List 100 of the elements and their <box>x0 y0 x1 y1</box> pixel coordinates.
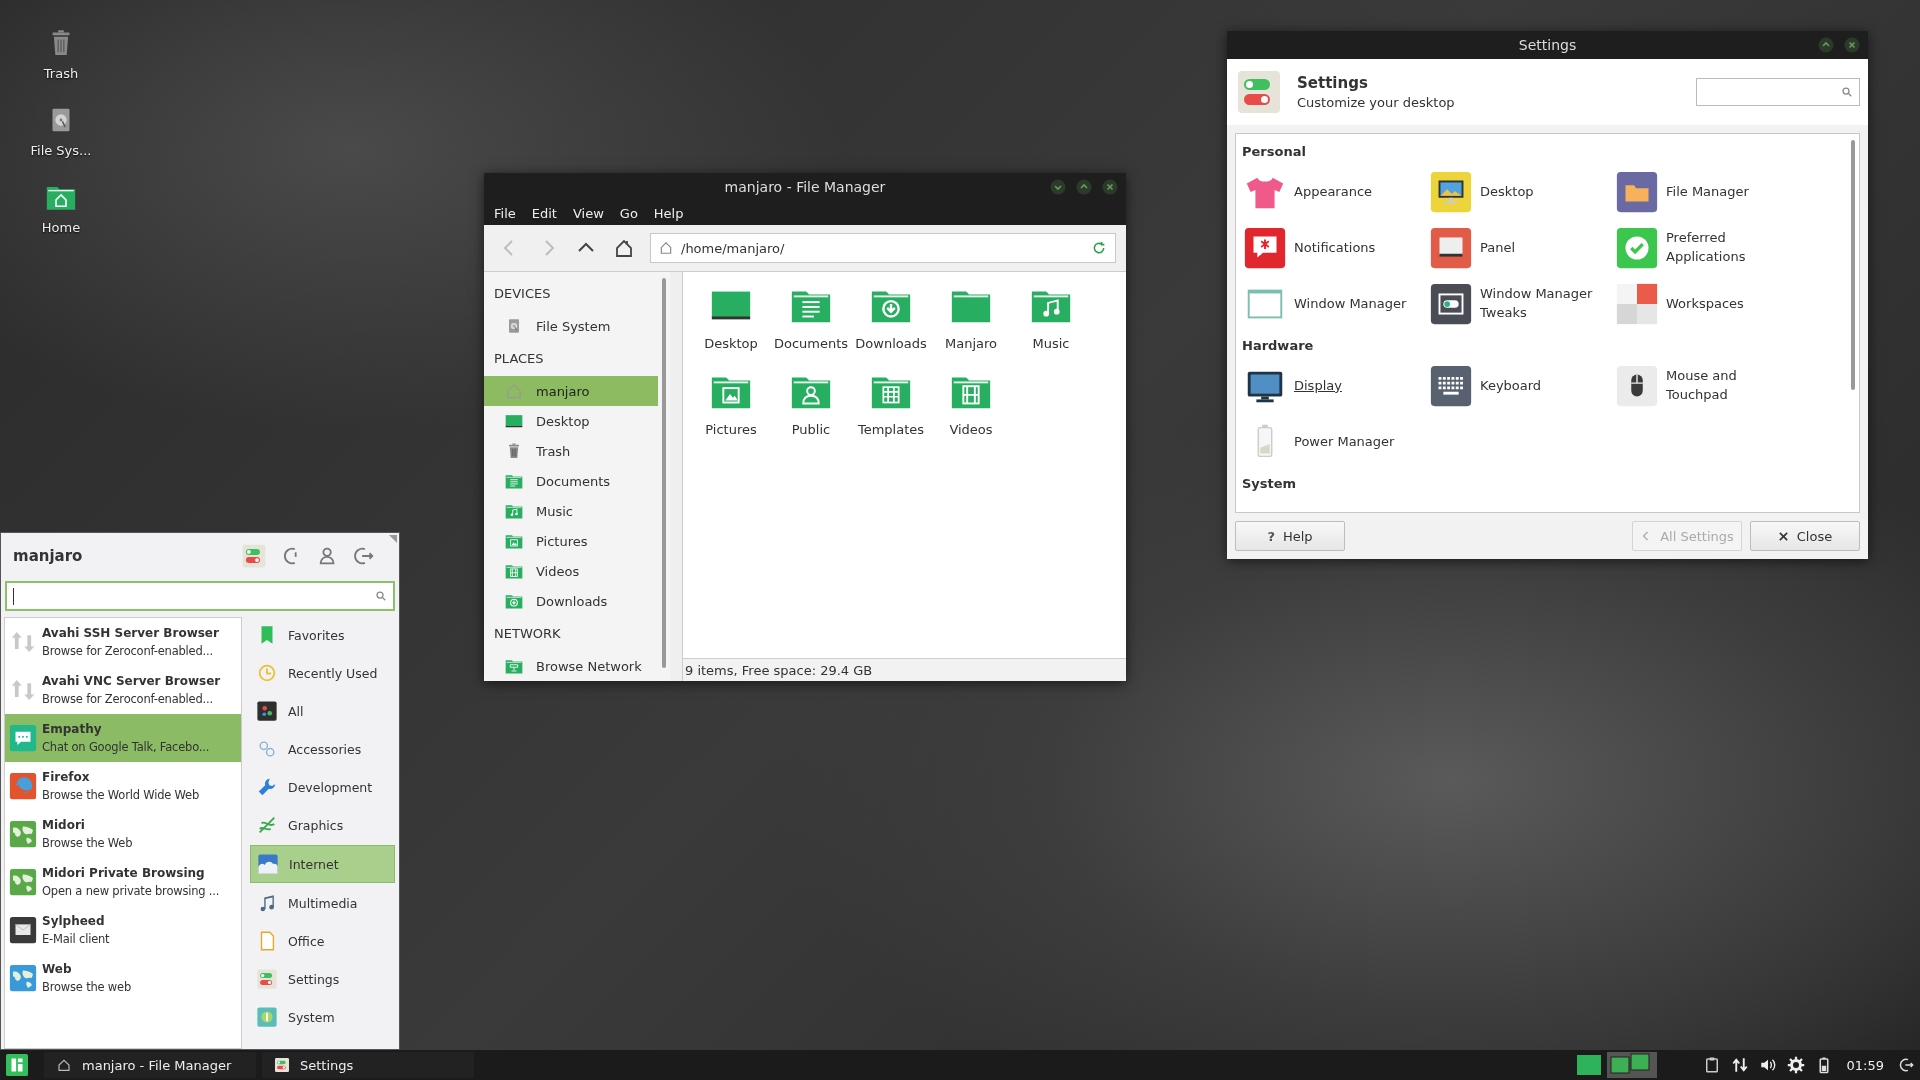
scrollbar[interactable] <box>1851 140 1855 390</box>
menu-item[interactable]: Edit <box>525 203 563 223</box>
app-item[interactable]: Avahi VNC Server Browser Browse for Zeroconf-enabled... <box>5 666 241 714</box>
section-heading: NETWORK <box>493 625 562 643</box>
section-heading: Personal <box>1242 142 1307 161</box>
category-item[interactable]: Multimedia <box>250 885 395 921</box>
app-item[interactable]: Midori Browse the Web <box>5 810 241 858</box>
menu-item[interactable]: Help <box>647 203 690 223</box>
maximize-button[interactable] <box>1076 179 1092 195</box>
category-item[interactable]: Settings <box>250 961 395 997</box>
category-item[interactable]: Recently Used <box>250 655 395 691</box>
search-icon <box>375 590 387 602</box>
settings-item[interactable]: Desktop <box>1428 164 1614 220</box>
folder-item[interactable]: Public <box>771 366 851 452</box>
category-item[interactable]: Office <box>250 923 395 959</box>
house-icon <box>56 1057 72 1073</box>
app-item[interactable]: Avahi SSH Server Browser Browse for Zeroconf-enabled... <box>5 618 241 666</box>
tiles-icon <box>1614 281 1660 327</box>
help-button[interactable]: ? Help <box>1235 521 1345 551</box>
sidebar-item[interactable]: Documents <box>484 466 658 496</box>
toggles-icon <box>256 968 278 990</box>
logout-button[interactable] <box>353 545 375 567</box>
reload-icon[interactable] <box>1091 240 1107 256</box>
category-item[interactable]: System <box>250 999 395 1035</box>
folder-item[interactable]: Music <box>1011 280 1091 366</box>
settings-item[interactable]: Workspaces <box>1614 276 1841 332</box>
task-button[interactable]: Settings <box>262 1052 474 1078</box>
settings-button[interactable] <box>241 543 267 569</box>
settings-item[interactable]: Preferred Applications <box>1614 220 1841 276</box>
menu-item[interactable]: Go <box>613 203 644 223</box>
close-icon <box>1777 530 1789 542</box>
category-item[interactable]: Graphics <box>250 807 395 843</box>
category-item[interactable]: All <box>250 693 395 729</box>
menu-button[interactable] <box>6 1054 28 1076</box>
category-item[interactable]: Internet <box>250 845 395 883</box>
desktop-icon[interactable]: Home <box>20 178 102 237</box>
sidebar-item[interactable]: File System <box>484 311 658 341</box>
scrollbar[interactable] <box>662 278 666 668</box>
app-item[interactable]: Empathy Chat on Google Talk, Facebo... <box>5 714 241 762</box>
app-item[interactable]: Web Browse the web <box>5 954 241 1002</box>
logout-icon[interactable] <box>1898 1057 1914 1073</box>
section-heading: Hardware <box>1242 336 1315 355</box>
search-field[interactable] <box>1696 78 1860 106</box>
task-button[interactable]: manjaro - File Manager <box>44 1052 256 1078</box>
close-button[interactable] <box>1102 179 1118 195</box>
sidebar-item[interactable]: Trash <box>484 436 658 466</box>
folder-item[interactable]: Manjaro <box>931 280 1011 366</box>
minimize-button[interactable] <box>1050 179 1066 195</box>
close-button[interactable] <box>1844 37 1860 53</box>
settings-item[interactable]: Keyboard <box>1428 358 1614 414</box>
folder-item[interactable]: Documents <box>771 280 851 366</box>
settings-item[interactable]: File Manager <box>1614 164 1841 220</box>
sidebar-item[interactable]: Pictures <box>484 526 658 556</box>
workspace-button[interactable] <box>1576 1055 1601 1075</box>
settings-item[interactable]: Window Manager Tweaks <box>1428 276 1614 332</box>
folder-item[interactable]: Desktop <box>691 280 771 366</box>
folder-item[interactable]: Templates <box>851 366 931 452</box>
mouse-icon <box>1614 363 1660 409</box>
maximize-button[interactable] <box>1818 37 1834 53</box>
clock[interactable]: 01:59 <box>1846 1057 1884 1073</box>
category-item[interactable]: Development <box>250 769 395 805</box>
settings-item[interactable]: Display <box>1242 358 1428 414</box>
folder-item[interactable]: Downloads <box>851 280 931 366</box>
resize-handle[interactable] <box>389 535 397 543</box>
settings-item[interactable]: Window Manager <box>1242 276 1428 332</box>
folder-icon <box>1614 169 1660 215</box>
section-heading: PLACES <box>493 350 545 368</box>
settings-item[interactable]: Notifications <box>1242 220 1428 276</box>
settings-item[interactable]: Power Manager <box>1242 414 1428 470</box>
sidebar-item[interactable]: Music <box>484 496 658 526</box>
path-field[interactable]: /home/manjaro/ <box>650 233 1116 263</box>
sidebar-item[interactable]: Downloads <box>484 586 658 616</box>
category-item[interactable]: Favorites <box>250 617 395 653</box>
menu-item[interactable]: File <box>488 203 522 223</box>
search-field[interactable] <box>5 581 395 611</box>
settings-item[interactable]: Mouse and Touchpad <box>1614 358 1841 414</box>
sidebar-item[interactable]: Desktop <box>484 406 658 436</box>
app-item[interactable]: Firefox Browse the World Wide Web <box>5 762 241 810</box>
settings-item[interactable]: Panel <box>1428 220 1614 276</box>
settings-icon[interactable] <box>1786 1056 1805 1074</box>
status-bar: 9 items, Free space: 29.4 GB <box>683 658 1126 681</box>
sidebar-item[interactable]: Videos <box>484 556 658 586</box>
toggles-icon <box>274 1057 290 1073</box>
network-icon[interactable] <box>1730 1056 1749 1074</box>
folder-item[interactable]: Pictures <box>691 366 771 452</box>
sidebar-item[interactable]: Browse Network <box>484 651 658 681</box>
workspace-button[interactable] <box>1606 1052 1657 1078</box>
sidebar-item[interactable]: manjaro <box>484 376 658 406</box>
speech-bubble-icon <box>1242 225 1288 271</box>
splitter-handle[interactable] <box>670 272 683 681</box>
settings-item[interactable]: Appearance <box>1242 164 1428 220</box>
wrench-icon <box>256 776 278 798</box>
close-button[interactable]: Close <box>1750 521 1860 551</box>
category-item[interactable]: Accessories <box>250 731 395 767</box>
desktop-icon[interactable]: Trash <box>20 24 102 83</box>
folder-item[interactable]: Videos <box>931 366 1011 452</box>
app-item[interactable]: Sylpheed E-Mail client <box>5 906 241 954</box>
app-item[interactable]: Midori Private Browsing Open a new private browsing ... <box>5 858 241 906</box>
menu-item[interactable]: View <box>566 203 610 223</box>
desktop-icon[interactable]: File Sys... <box>20 101 102 160</box>
